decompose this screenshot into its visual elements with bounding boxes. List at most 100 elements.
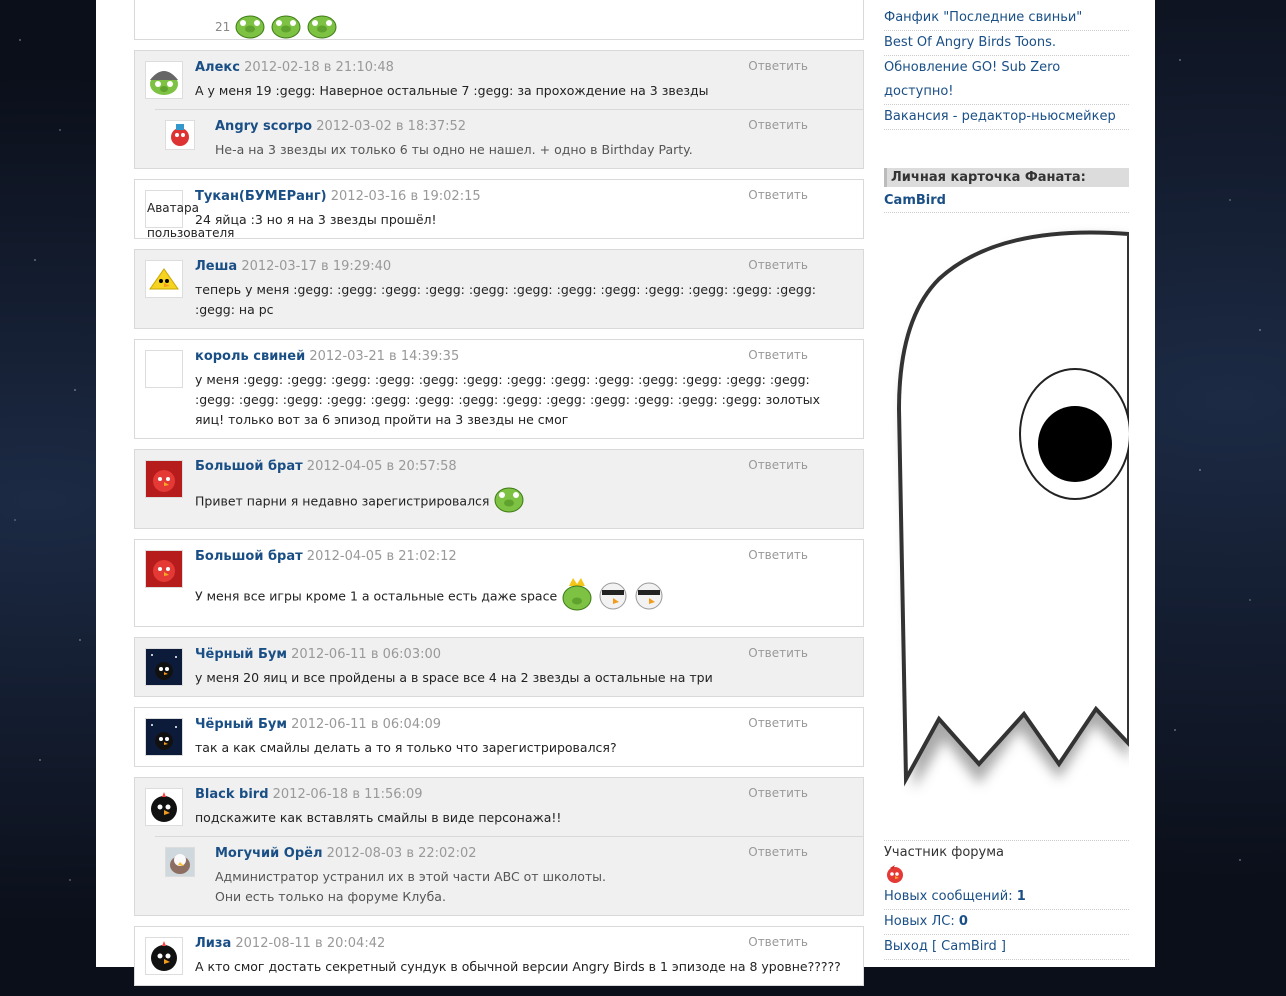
comment-author[interactable]: Лиза (195, 936, 231, 951)
reply-link[interactable]: Ответить (748, 716, 808, 730)
comment-reply: Angry scorpo 2012-03-02 в 18:37:52 Ответ… (155, 109, 863, 168)
comment-author[interactable]: король свиней (195, 349, 305, 364)
comment-date: 2012-06-11 в 06:04:09 (291, 717, 442, 732)
comment-author[interactable]: Большой брат (195, 459, 303, 474)
comment-author[interactable]: Чёрный Бум (195, 717, 287, 732)
comment-thread: Большой брат 2012-04-05 в 20:57:58 Ответ… (134, 449, 864, 529)
comment-author[interactable]: Большой брат (195, 549, 303, 564)
reply-link[interactable]: Ответить (748, 845, 808, 859)
comment-date: 2012-06-11 в 06:03:00 (291, 647, 442, 662)
comment-date: 2012-02-18 в 21:10:48 (244, 60, 394, 75)
comment-text: А у меня 19 :gegg: Наверное остальные 7 … (195, 83, 709, 98)
comment: Аватара пользователя Тукан(БУМЕРанг) 201… (135, 180, 863, 240)
reply-link[interactable]: Ответить (748, 458, 808, 472)
comment-text: Привет парни я недавно зарегистрировался (195, 493, 490, 509)
black-bird-avatar[interactable] (145, 937, 183, 975)
pig-emoticon (306, 13, 338, 42)
helmet-pig-avatar[interactable] (145, 61, 183, 99)
yellow-bird-avatar[interactable] (145, 260, 183, 298)
sunglasses-bird-emoticon (633, 578, 665, 616)
new-messages-link[interactable]: Новых сообщений: 1 (884, 885, 1129, 910)
avatar-alt-text: Аватара пользователя (147, 201, 235, 240)
comment-date: 2012-08-03 в 22:02:02 (326, 846, 477, 861)
reply-link[interactable]: Ответить (748, 188, 808, 202)
new-pm-label: Новых ЛС: (884, 914, 955, 929)
comment-date: 2012-08-11 в 20:04:42 (235, 936, 386, 951)
comment: Леша 2012-03-17 в 19:29:40 Ответить тепе… (135, 250, 863, 328)
news-link[interactable]: Обновление GO! Sub Zero доступно! (884, 56, 1129, 105)
comment-text: подскажите как вставлять смайлы в виде п… (195, 810, 562, 825)
profile-username-link[interactable]: CamBird (884, 193, 1129, 213)
comment: Чёрный Бум 2012-06-11 в 06:04:09 Ответит… (135, 708, 863, 766)
sidebar: Фанфик "Последние свиньи" Best Of Angry … (884, 0, 1131, 960)
reply-link[interactable]: Ответить (748, 935, 808, 949)
comment-thread: Лиза 2012-08-11 в 20:04:42 Ответить А кт… (134, 926, 864, 986)
comment-date: 2012-03-21 в 14:39:35 (309, 349, 460, 364)
comment-text: Они есть только на форуме Клуба. (215, 889, 446, 904)
reply-link[interactable]: Ответить (748, 786, 808, 800)
comment-thread: Аватара пользователя Тукан(БУМЕРанг) 201… (134, 179, 864, 240)
comment-fragment: 21 (134, 0, 864, 40)
comment-thread: Большой брат 2012-04-05 в 21:02:12 Ответ… (134, 539, 864, 627)
news-link[interactable]: Best Of Angry Birds Toons. (884, 31, 1129, 56)
comment-thread: Алекс 2012-02-18 в 21:10:48 Ответить А у… (134, 50, 864, 169)
comment: король свиней 2012-03-21 в 14:39:35 Отве… (135, 340, 863, 438)
comment-text: у меня :gegg: :gegg: :gegg: :gegg: :gegg… (195, 372, 821, 427)
new-messages-label: Новых сообщений: (884, 889, 1013, 904)
comment-text: А кто смог достать секретный сундук в об… (195, 959, 841, 974)
comment-text: У меня все игры кроме 1 а остальные есть… (195, 588, 558, 604)
comment-thread: король свиней 2012-03-21 в 14:39:35 Отве… (134, 339, 864, 439)
empty-avatar[interactable] (145, 350, 183, 388)
pig-emoticon (270, 13, 302, 42)
comment-text: у меня 20 яиц и все пройдены а в space в… (195, 670, 713, 685)
comment: Большой брат 2012-04-05 в 20:57:58 Ответ… (135, 450, 863, 528)
news-links: Фанфик "Последние свиньи" Best Of Angry … (884, 6, 1129, 130)
comment-author[interactable]: Black bird (195, 787, 269, 802)
pig-emoticon (493, 484, 525, 520)
pig-emoticon (234, 13, 266, 42)
comment-thread: Леша 2012-03-17 в 19:29:40 Ответить тепе… (134, 249, 864, 329)
reply-link[interactable]: Ответить (748, 646, 808, 660)
birthday-bird-avatar[interactable] (165, 120, 195, 150)
comment-text: теперь у меня :gegg: :gegg: :gegg: :gegg… (195, 282, 816, 317)
black-bird-avatar[interactable] (145, 788, 183, 826)
comment-date: 2012-03-02 в 18:37:52 (316, 119, 467, 134)
comment: Чёрный Бум 2012-06-11 в 06:03:00 Ответит… (135, 638, 863, 696)
comment: Black bird 2012-06-18 в 11:56:09 Ответит… (135, 778, 863, 836)
comments-list: 21 Алекс 2012-02-18 в 21:10:48 Ответить … (134, 0, 864, 996)
comment-author[interactable]: Алекс (195, 60, 240, 75)
reply-link[interactable]: Ответить (748, 548, 808, 562)
comment-author[interactable]: Леша (195, 259, 237, 274)
ghost-avatar-image (884, 219, 1131, 834)
black-bird-night-avatar[interactable] (145, 648, 183, 686)
comment-text: так а как смайлы делать а то я только чт… (195, 740, 617, 755)
comment: Алекс 2012-02-18 в 21:10:48 Ответить А у… (135, 51, 863, 109)
logout-link[interactable]: Выход [ CamBird ] (884, 935, 1129, 960)
comment-author[interactable]: Могучий Орёл (215, 846, 323, 861)
page-container: 21 Алекс 2012-02-18 в 21:10:48 Ответить … (96, 0, 1155, 986)
comment-date: 2012-06-18 в 11:56:09 (272, 787, 423, 802)
new-pm-link[interactable]: Новых ЛС: 0 (884, 910, 1129, 935)
news-link[interactable]: Вакансия - редактор-ньюсмейкер (884, 105, 1129, 130)
comment: Большой брат 2012-04-05 в 21:02:12 Ответ… (135, 540, 863, 626)
news-link[interactable]: Фанфик "Последние свиньи" (884, 6, 1129, 31)
reply-link[interactable]: Ответить (748, 348, 808, 362)
comment-text: Администратор устранил их в этой части A… (215, 869, 606, 884)
king-pig-emoticon (561, 576, 593, 618)
sunglasses-bird-emoticon (597, 578, 629, 616)
reply-link[interactable]: Ответить (748, 118, 808, 132)
comment-author[interactable]: Чёрный Бум (195, 647, 287, 662)
comment-thread: Чёрный Бум 2012-06-11 в 06:04:09 Ответит… (134, 707, 864, 767)
comment-date: 2012-03-17 в 19:29:40 (241, 259, 392, 274)
new-messages-count: 1 (1016, 889, 1026, 904)
reply-link[interactable]: Ответить (748, 59, 808, 73)
new-pm-count: 0 (958, 914, 968, 929)
comment-author[interactable]: Angry scorpo (215, 119, 312, 134)
black-bird-night-avatar[interactable] (145, 718, 183, 756)
reply-link[interactable]: Ответить (748, 258, 808, 272)
comment-thread: Black bird 2012-06-18 в 11:56:09 Ответит… (134, 777, 864, 916)
red-bird-avatar[interactable] (145, 460, 183, 498)
comment-date: 2012-04-05 в 20:57:58 (306, 459, 457, 474)
eagle-avatar[interactable] (165, 847, 195, 877)
red-bird-avatar[interactable] (145, 550, 183, 588)
